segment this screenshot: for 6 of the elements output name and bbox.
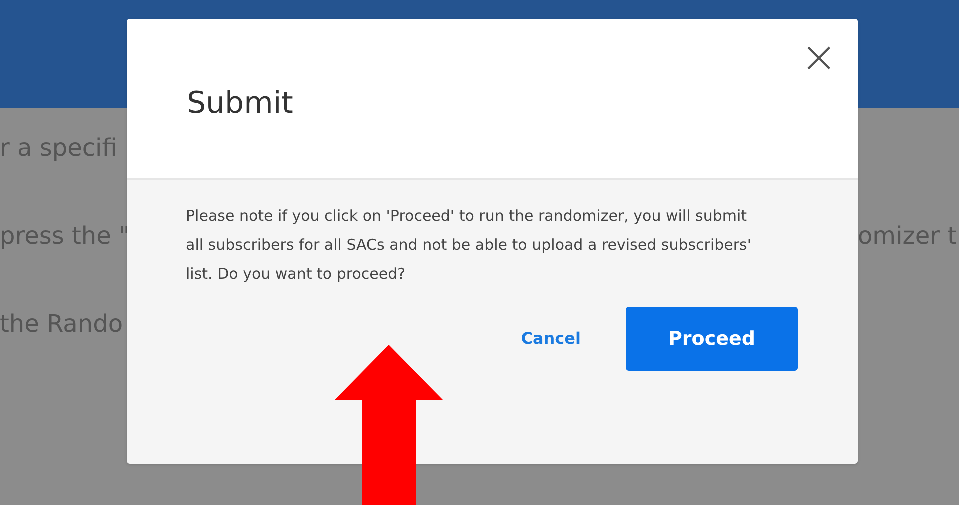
dialog-message: Please note if you click on 'Proceed' to run the randomizer, you will submit all subscribers for all SACs and not be able to upload a revised subscribers' list. Do you want to proceed?: [186, 206, 752, 285]
proceed-button[interactable]: Proceed: [626, 307, 798, 371]
arrow-icon: [335, 345, 443, 505]
close-button[interactable]: ×: [794, 33, 844, 83]
cancel-link[interactable]: Cancel: [521, 327, 581, 351]
dialog-title: Submit: [187, 85, 294, 123]
